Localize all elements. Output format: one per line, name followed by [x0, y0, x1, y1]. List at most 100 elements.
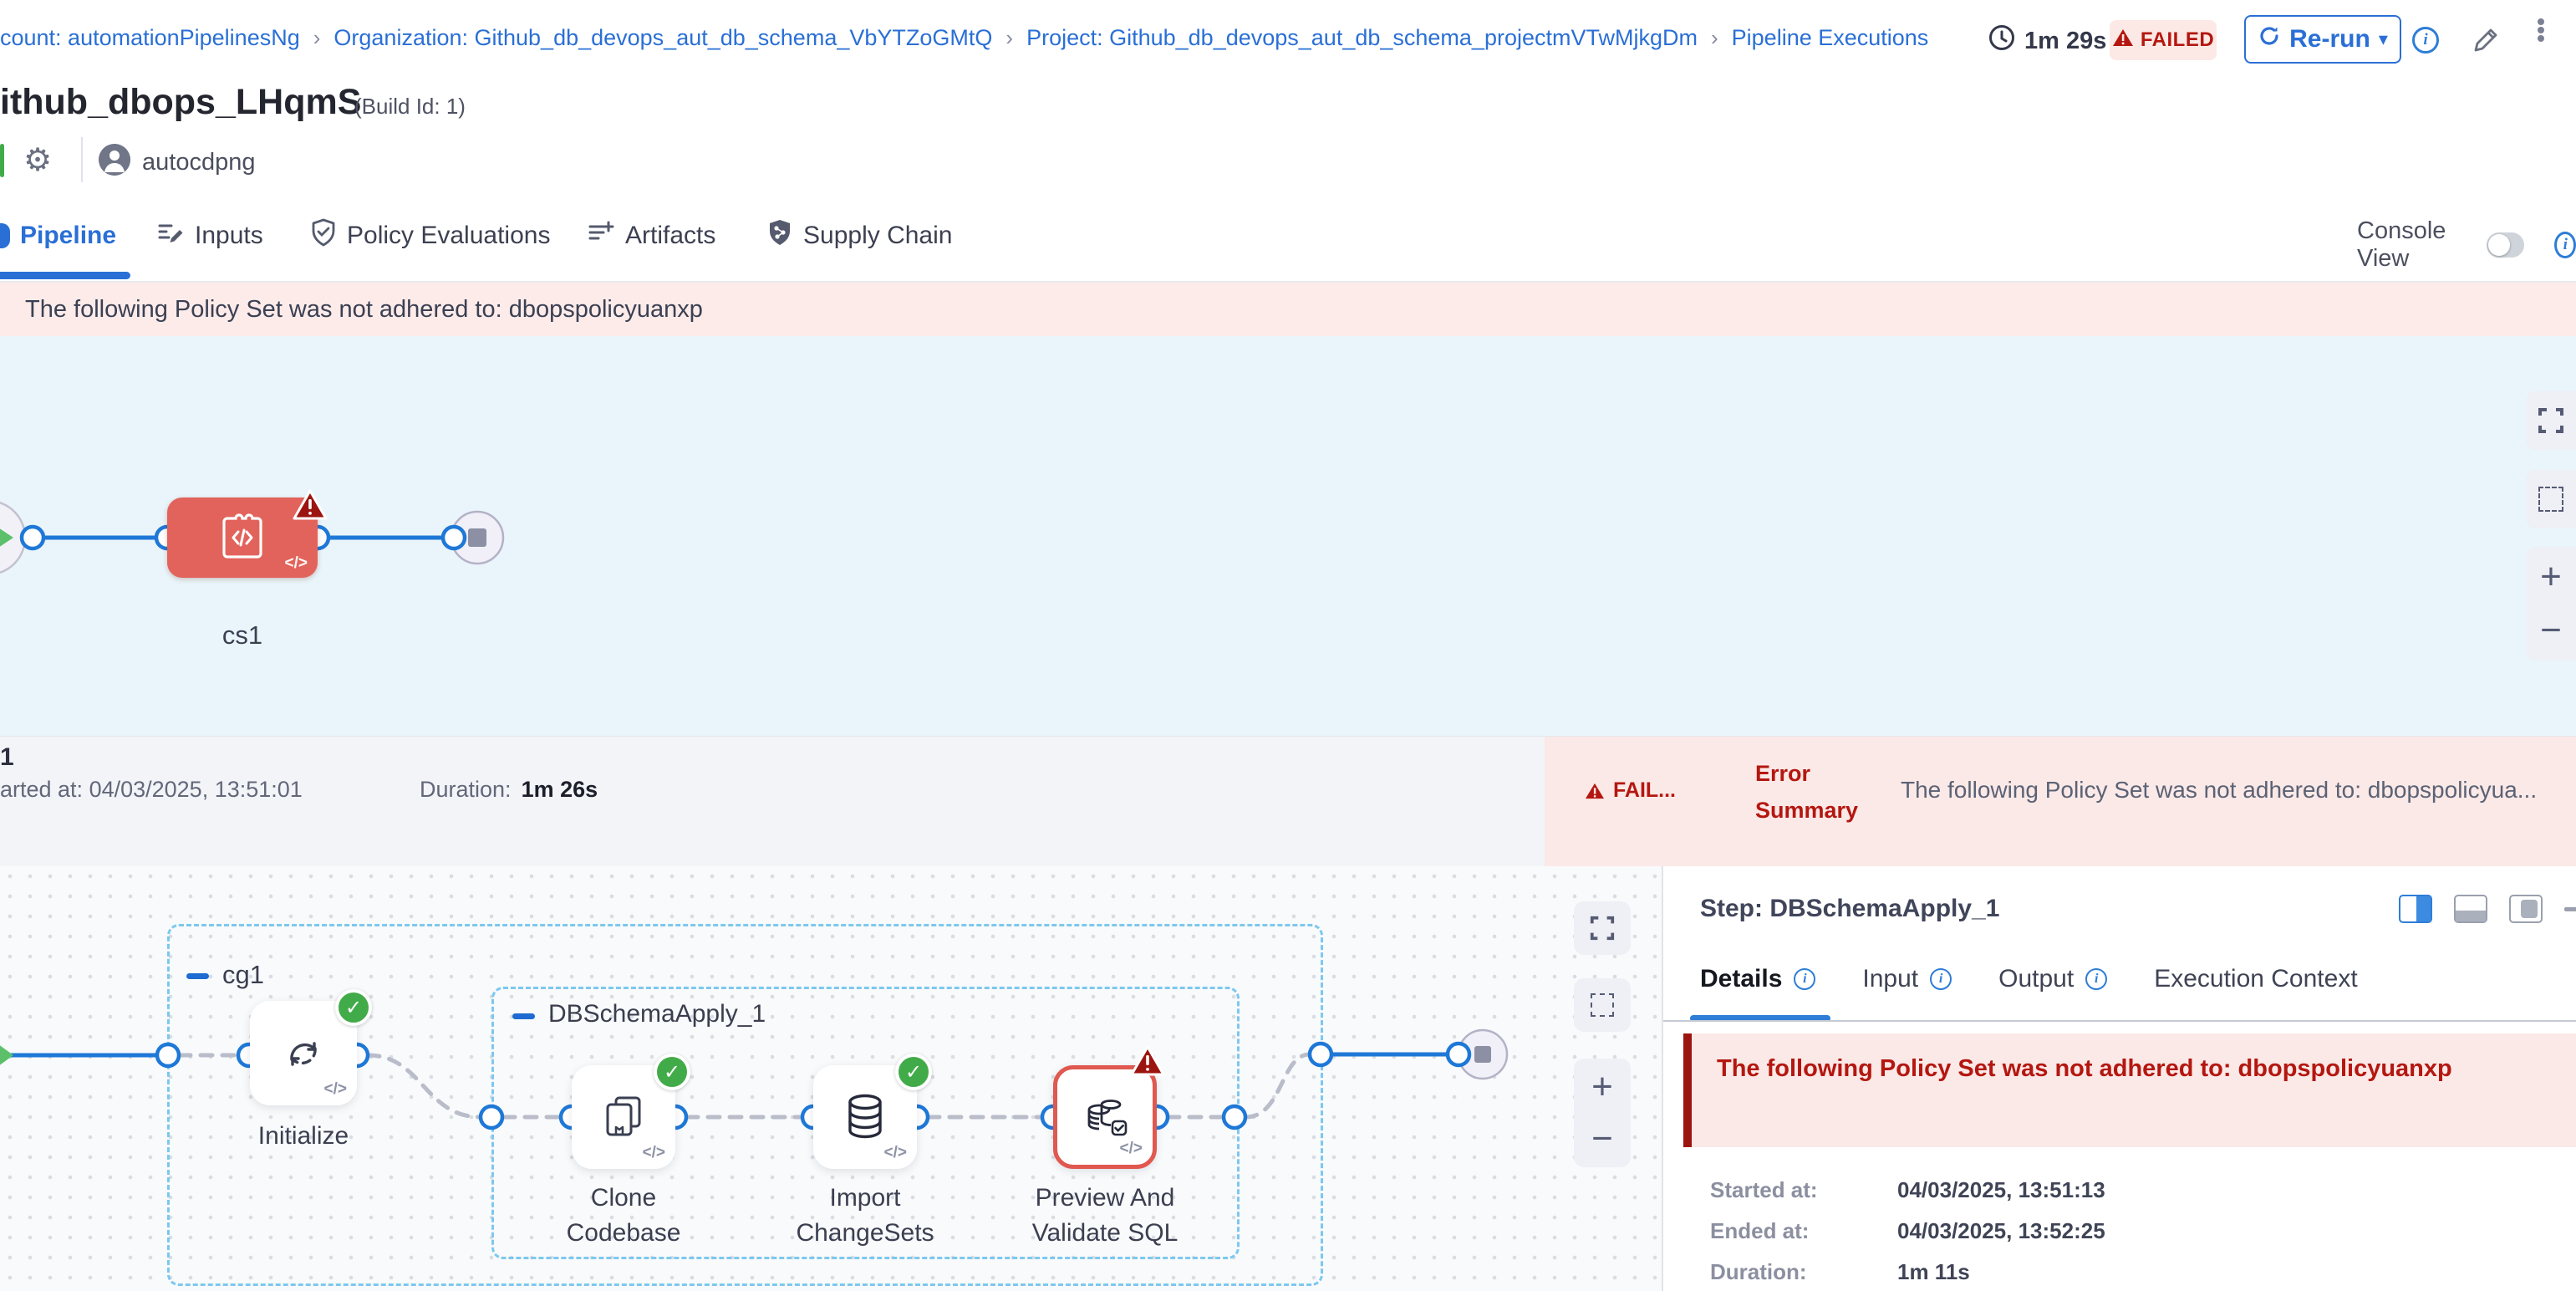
- rerun-button-label: Re-run: [2289, 25, 2370, 54]
- execution-info-icon[interactable]: i: [2412, 27, 2439, 54]
- inputs-icon: [156, 218, 185, 253]
- pipeline-title: ithub_dbops_LHqmS: [0, 82, 361, 123]
- step-label-clone-codebase: CloneCodebase: [523, 1181, 724, 1251]
- step-label-initialize: Initialize: [203, 1119, 404, 1154]
- collapse-group-cg1[interactable]: [186, 973, 209, 979]
- warning-icon: [2112, 28, 2134, 54]
- rerun-button[interactable]: Re-run ▾: [2244, 15, 2401, 64]
- info-icon[interactable]: i: [1794, 968, 1815, 990]
- layout-floating-icon[interactable]: [2509, 895, 2543, 923]
- list-plus-icon: [587, 218, 615, 253]
- stage-started-at: arted at: 04/03/2025, 13:51:01: [0, 777, 303, 803]
- meta-divider: [81, 137, 83, 182]
- duration-value: 1m 26s: [522, 777, 598, 803]
- zoom-in-button[interactable]: +: [1591, 1065, 1613, 1109]
- breadcrumb-account[interactable]: count: automationPipelinesNg: [0, 25, 300, 51]
- panel-tab-output[interactable]: Outputi: [1998, 965, 2107, 993]
- clock-icon: [1988, 23, 2016, 59]
- zoom-controls: + −: [2526, 547, 2576, 661]
- duration-text: 1m 29s: [2024, 28, 2106, 55]
- more-options-icon[interactable]: [2538, 18, 2544, 42]
- tab-label: Policy Evaluations: [347, 222, 550, 250]
- stage-duration: Duration: 1m 26s: [420, 777, 598, 803]
- port: [443, 527, 465, 549]
- pipeline-execution-page: count: automationPipelinesNg › Organizat…: [0, 0, 2576, 1291]
- code-glyph: </>: [1120, 1140, 1143, 1158]
- layout-bottom-icon[interactable]: [2454, 895, 2487, 923]
- refresh-icon: [2258, 24, 2281, 54]
- breadcrumb: count: automationPipelinesNg › Organizat…: [0, 25, 1928, 51]
- minimize-panel-icon[interactable]: [2564, 907, 2576, 911]
- stage-error-section: FAIL... Error Summary The following Poli…: [1545, 737, 2576, 867]
- info-icon[interactable]: i: [2085, 968, 2107, 990]
- port: [22, 527, 43, 549]
- gear-icon[interactable]: ⚙: [23, 140, 52, 181]
- tab-policy-evaluations[interactable]: Policy Evaluations: [310, 212, 550, 259]
- pipeline-icon: [0, 223, 10, 248]
- top-bar: count: automationPipelinesNg › Organizat…: [0, 0, 2576, 80]
- layout-right-icon[interactable]: [2399, 895, 2432, 923]
- initialize-icon: [277, 1028, 329, 1079]
- tab-label: Artifacts: [625, 222, 715, 250]
- breadcrumb-separator: ›: [1711, 25, 1718, 51]
- code-glyph: </>: [643, 1144, 665, 1162]
- status-badge-label: FAILED: [2141, 28, 2214, 52]
- error-summary-message: The following Policy Set was not adhered…: [1901, 777, 2576, 804]
- step-label-preview-validate-sql: Preview AndValidate SQL: [1005, 1181, 1205, 1251]
- tab-label: Inputs: [195, 222, 263, 250]
- breadcrumb-separator: ›: [313, 25, 321, 51]
- panel-tab-input[interactable]: Inputi: [1862, 965, 1952, 993]
- success-badge: ✓: [895, 1054, 932, 1090]
- step-node-preview-validate-sql[interactable]: </>: [1053, 1065, 1157, 1169]
- console-view-toggle[interactable]: [2487, 232, 2524, 258]
- tab-pipeline[interactable]: Pipeline: [0, 212, 116, 259]
- panel-tab-details[interactable]: Detailsi: [1700, 965, 1815, 993]
- tab-label: Supply Chain: [803, 222, 952, 250]
- detail-row-started: Started at:04/03/2025, 13:51:13: [1710, 1177, 2105, 1203]
- duration-label: Duration:: [420, 777, 512, 803]
- build-id: (Build Id: 1): [354, 94, 466, 120]
- panel-tab-bar: Detailsi Inputi Outputi Execution Contex…: [1700, 965, 2358, 993]
- breadcrumb-organization[interactable]: Organization: Github_db_devops_aut_db_sc…: [333, 25, 992, 51]
- triggered-by-user: autocdpng: [142, 149, 255, 176]
- zoom-out-button[interactable]: −: [2540, 609, 2562, 652]
- step-graph-canvas: cg1 DBSchemaApply_1 </> ✓ Initialize </>…: [0, 866, 1662, 1291]
- success-badge: ✓: [654, 1054, 690, 1090]
- info-icon[interactable]: i: [1930, 968, 1952, 990]
- zoom-out-button[interactable]: −: [1591, 1117, 1613, 1161]
- step-warning-icon: [1130, 1045, 1165, 1077]
- shield-nodes-icon: [766, 218, 793, 253]
- fail-badge-label: FAIL...: [1613, 778, 1676, 803]
- step-error-message: The following Policy Set was not adhered…: [1683, 1033, 2576, 1147]
- avatar: [99, 144, 130, 176]
- collapse-group-dbschemaapply[interactable]: [512, 1013, 535, 1019]
- status-badge: FAILED: [2110, 20, 2217, 60]
- custom-stage-icon: [216, 512, 269, 564]
- breadcrumb-project[interactable]: Project: Github_db_devops_aut_db_schema_…: [1026, 25, 1698, 51]
- stage-summary-bar: 1 arted at: 04/03/2025, 13:51:01 Duratio…: [0, 736, 2576, 866]
- group-label-cg1: cg1: [222, 960, 264, 990]
- edit-pipeline-icon[interactable]: [2467, 22, 2504, 59]
- stage-warning-icon: [293, 489, 328, 521]
- tab-inputs[interactable]: Inputs: [156, 212, 263, 259]
- zoom-in-button[interactable]: +: [2540, 555, 2562, 599]
- code-glyph: </>: [324, 1080, 347, 1099]
- marquee-icon: [2538, 487, 2563, 512]
- fullscreen-button[interactable]: [1574, 901, 1631, 955]
- detail-row-ended: Ended at:04/03/2025, 13:52:25: [1710, 1218, 2105, 1244]
- start-play-icon: [0, 1042, 13, 1069]
- clone-codebase-icon: [599, 1093, 648, 1141]
- end-stop-icon: [468, 528, 486, 547]
- caret-down-icon: ▾: [2379, 28, 2388, 50]
- tab-artifacts[interactable]: Artifacts: [587, 212, 715, 259]
- fullscreen-button[interactable]: [2526, 391, 2576, 450]
- code-glyph: </>: [884, 1144, 907, 1162]
- breadcrumb-pipeline-executions[interactable]: Pipeline Executions: [1732, 25, 1929, 51]
- panel-tab-execution-context[interactable]: Execution Context: [2154, 965, 2357, 993]
- marquee-select-button[interactable]: [2526, 470, 2576, 528]
- console-info-icon[interactable]: i: [2554, 232, 2576, 258]
- zoom-controls: + −: [1574, 1059, 1631, 1167]
- marquee-select-button[interactable]: [1574, 978, 1631, 1032]
- step-details-panel: Step: DBSchemaApply_1 Detailsi Inputi Ou…: [1662, 866, 2576, 1291]
- tab-supply-chain[interactable]: Supply Chain: [766, 212, 952, 259]
